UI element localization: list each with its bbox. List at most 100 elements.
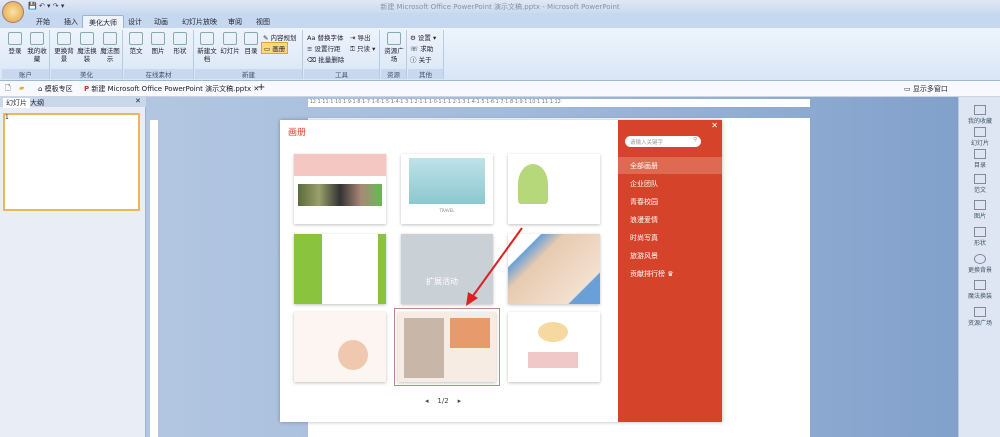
group-create: 新建文档 幻灯片 目录 ✎ 内容规划 ▭ 画册 新建: [195, 30, 303, 79]
album-card-selected[interactable]: [394, 308, 500, 386]
group-resource: 资源广场 资源: [381, 30, 407, 79]
right-resource[interactable]: 资源广场: [959, 307, 1000, 327]
multi-window-button[interactable]: ▭ 显示多窗口: [904, 84, 948, 94]
new-document-button[interactable]: 新建文档: [197, 32, 217, 63]
album-card[interactable]: [508, 312, 600, 382]
export-button[interactable]: ⇥ 导出: [350, 32, 371, 42]
right-background[interactable]: 更换背景: [959, 254, 1000, 274]
right-picture[interactable]: 图片: [959, 200, 1000, 220]
document-tab[interactable]: P 新建 Microsoft Office PowerPoint 演示文稿.pp…: [84, 84, 259, 94]
category-ranking[interactable]: 贡献排行榜 ♛: [618, 265, 722, 282]
magic-outfit-button[interactable]: 魔法换装: [77, 32, 97, 63]
settings-button[interactable]: ⚙ 设置 ▾: [410, 32, 436, 42]
album-card[interactable]: [294, 312, 386, 382]
album-card[interactable]: [294, 154, 386, 224]
category-fashion[interactable]: 时尚写真: [618, 229, 722, 246]
page-indicator: 1/2: [437, 397, 449, 405]
category-sidebar: ✕ 请输入关键字 ⚲ 全部画册 企业团队 青春校园 浪漫爱情 时尚写真 旅游风景 …: [618, 120, 722, 422]
group-label: 工具: [304, 69, 379, 79]
slide-icon: [974, 127, 986, 137]
group-label: 在线素材: [124, 69, 193, 79]
slide-button[interactable]: 幻灯片: [219, 32, 241, 55]
shape-button[interactable]: 形状: [170, 32, 190, 55]
search-icon[interactable]: ⚲: [693, 137, 697, 143]
close-panel-icon[interactable]: ✕: [135, 97, 141, 105]
refresh-icon: [974, 254, 986, 264]
document-icon: [974, 174, 986, 184]
right-magic[interactable]: 魔法换装: [959, 280, 1000, 300]
shape-icon: [974, 227, 986, 237]
album-card[interactable]: TRAVEL: [401, 154, 493, 224]
resource-square-button[interactable]: 资源广场: [384, 32, 404, 63]
tab-design[interactable]: 设计: [122, 15, 148, 28]
help-button[interactable]: ☏ 求助: [410, 43, 433, 53]
toc-button[interactable]: 目录: [241, 32, 261, 55]
slide-thumbnail[interactable]: [3, 113, 140, 211]
tab-slides[interactable]: 幻灯片: [3, 98, 30, 108]
right-sample[interactable]: 范文: [959, 174, 1000, 194]
category-romance[interactable]: 浪漫爱情: [618, 211, 722, 228]
tab-review[interactable]: 审阅: [222, 15, 248, 28]
list-icon: [974, 149, 986, 159]
ribbon: 登录 我的收藏 账户 更换背景 魔法换装 魔法图示 美化 范文 图片 形状 在线…: [0, 28, 1000, 81]
picture-button[interactable]: 图片: [148, 32, 168, 55]
add-tab-button[interactable]: +: [257, 82, 265, 93]
login-button[interactable]: 登录: [5, 32, 25, 55]
category-travel[interactable]: 旅游风景: [618, 247, 722, 264]
open-folder-icon[interactable]: ▰: [19, 84, 24, 92]
category-campus[interactable]: 青春校园: [618, 193, 722, 210]
ribbon-tabs: 开始 插入 美化大师 设计 动画 幻灯片放映 审阅 视图: [0, 13, 1000, 28]
readonly-button[interactable]: ⚿ 只读 ▾: [350, 43, 375, 54]
right-toolbar: 我的收藏 幻灯片 目录 范文 图片 形状 更换背景 魔法换装 资源广场: [958, 97, 1000, 437]
tab-slideshow[interactable]: 幻灯片放映: [176, 15, 223, 28]
tab-beautify-master[interactable]: 美化大师: [82, 15, 124, 28]
right-slide[interactable]: 幻灯片: [959, 127, 1000, 147]
change-background-button[interactable]: 更换背景: [54, 32, 74, 63]
right-toc[interactable]: 目录: [959, 149, 1000, 169]
replace-font-button[interactable]: Aa 替换字体: [307, 32, 344, 42]
slide-icon: [223, 32, 237, 45]
album-button[interactable]: ▭ 画册: [261, 42, 289, 54]
group-label: 其他: [408, 69, 443, 79]
category-all[interactable]: 全部画册: [618, 157, 722, 174]
close-dialog-icon[interactable]: ✕: [711, 121, 718, 130]
tab-insert[interactable]: 插入: [58, 15, 84, 28]
content-plan-button[interactable]: ✎ 内容规划: [263, 32, 297, 42]
line-spacing-button[interactable]: ≡ 设置行距: [307, 43, 341, 53]
prev-page-button[interactable]: ◂: [425, 397, 429, 405]
slides-panel: 幻灯片 大纲 ✕ 1: [0, 97, 146, 437]
group-label: 新建: [195, 69, 302, 79]
new-file-icon[interactable]: 🗋: [5, 84, 11, 95]
group-beautify: 更换背景 魔法换装 魔法图示 美化: [51, 30, 123, 79]
favorites-button[interactable]: 我的收藏: [27, 32, 47, 63]
ppt-icon: P: [84, 85, 90, 93]
category-team[interactable]: 企业团队: [618, 175, 722, 192]
refresh-icon: [57, 32, 71, 45]
magic-diagram-button[interactable]: 魔法图示: [100, 32, 120, 63]
picture-icon: [974, 200, 986, 210]
search-input[interactable]: 请输入关键字 ⚲: [625, 136, 701, 147]
new-doc-icon: [200, 32, 214, 45]
batch-delete-button[interactable]: ⌫ 批量删除: [307, 54, 344, 64]
wand-icon: [80, 32, 94, 45]
group-tools: Aa 替换字体 ⇥ 导出 ≡ 设置行距 ⚿ 只读 ▾ ⌫ 批量删除 工具: [304, 30, 380, 79]
tab-home[interactable]: 开始: [30, 15, 56, 28]
next-page-button[interactable]: ▸: [458, 397, 462, 405]
group-other: ⚙ 设置 ▾ ☏ 求助 ⓘ 关于 其他: [408, 30, 444, 79]
right-shape[interactable]: 形状: [959, 227, 1000, 247]
horizontal-ruler: ·12·1·11·1·10·1·9·1·8·1·7·1·6·1·5·1·4·1·…: [308, 99, 810, 107]
tab-outline[interactable]: 大纲: [30, 98, 44, 108]
right-favorites[interactable]: 我的收藏: [959, 105, 1000, 125]
template-zone-tab[interactable]: ⌂ 模板专区: [38, 84, 73, 94]
tab-view[interactable]: 视图: [250, 15, 276, 28]
group-account: 登录 我的收藏 账户: [2, 30, 50, 79]
about-button[interactable]: ⓘ 关于: [410, 54, 432, 64]
album-card[interactable]: [508, 154, 600, 224]
red-arrow-annotation: [466, 227, 523, 306]
office-button[interactable]: [2, 1, 24, 23]
sample-text-button[interactable]: 范文: [126, 32, 146, 55]
grid-icon: [387, 32, 401, 45]
tab-animation[interactable]: 动画: [148, 15, 174, 28]
album-card[interactable]: [294, 234, 386, 304]
quick-access-toolbar[interactable]: 💾 ↶ ▾ ↷ ▾: [28, 2, 64, 10]
